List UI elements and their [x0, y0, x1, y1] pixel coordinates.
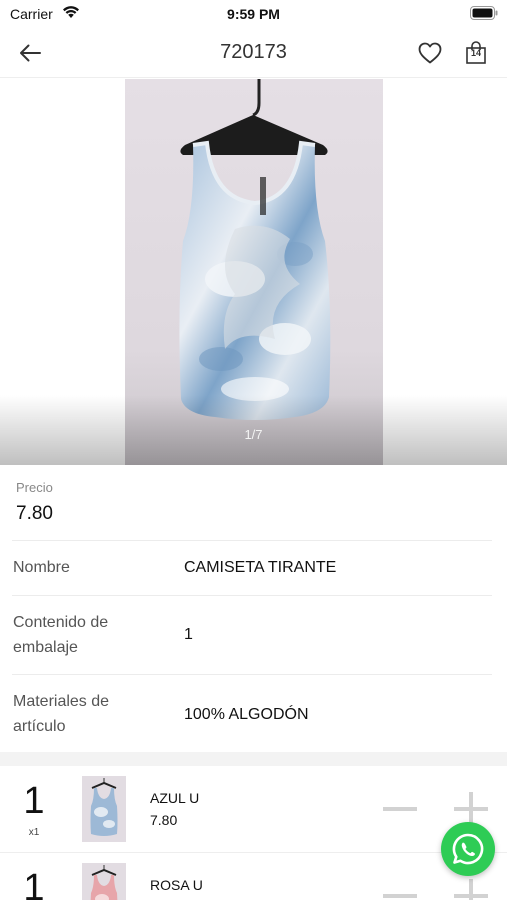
whatsapp-icon: [452, 833, 484, 865]
battery-icon: [470, 6, 498, 20]
detail-label: Contenido de: [13, 614, 109, 631]
back-button[interactable]: [14, 38, 46, 68]
price-block: Precio 7.80: [0, 465, 507, 540]
page-indicator: 1/7: [244, 427, 263, 442]
increase-quantity-button[interactable]: [454, 792, 488, 826]
decrease-quantity-button[interactable]: [383, 802, 417, 816]
variant-row: 1 x1 AZUL U 7.80: [0, 766, 507, 852]
detail-value: 100% ALGODÓN: [184, 706, 309, 723]
variant-color: ROSA U: [150, 877, 203, 893]
favorite-button[interactable]: [415, 38, 445, 68]
whatsapp-button[interactable]: [441, 822, 495, 876]
detail-label: Materiales de: [13, 693, 110, 710]
decrease-quantity-button[interactable]: [383, 889, 417, 900]
page-title: 720173: [220, 41, 287, 63]
nav-bar: 720173 14: [0, 28, 507, 78]
variant-row: 1 ROSA U: [0, 853, 507, 900]
divider: [12, 540, 492, 541]
cart-count-badge: 14: [470, 48, 481, 58]
detail-label: Nombre: [13, 559, 70, 576]
price-label: Precio: [16, 480, 53, 495]
variant-quantity: 1: [23, 867, 45, 900]
detail-value: 1: [184, 626, 193, 643]
status-time: 9:59 PM: [227, 6, 280, 22]
variant-color: AZUL U: [150, 790, 200, 806]
divider: [12, 674, 492, 675]
minus-icon: [383, 807, 417, 811]
heart-icon: [418, 42, 442, 64]
divider: [12, 595, 492, 596]
product-gallery[interactable]: 1/7: [0, 79, 507, 465]
cart-button[interactable]: 14: [461, 38, 491, 68]
detail-label: embalaje: [13, 639, 78, 656]
back-arrow-icon: [20, 44, 41, 62]
detail-label: artículo: [13, 718, 66, 735]
price-value: 7.80: [16, 503, 53, 524]
status-bar: Carrier 9:59 PM: [0, 0, 507, 28]
variant-quantity: 1: [23, 780, 45, 822]
variant-unit: x1: [28, 827, 40, 838]
variant-price: 7.80: [150, 812, 178, 828]
increase-quantity-button[interactable]: [454, 879, 488, 900]
variant-thumbnail: [82, 863, 126, 900]
variant-thumbnail: [82, 776, 126, 842]
detail-value: CAMISETA TIRANTE: [184, 559, 337, 576]
section-separator: [0, 752, 507, 766]
minus-icon: [383, 894, 417, 898]
